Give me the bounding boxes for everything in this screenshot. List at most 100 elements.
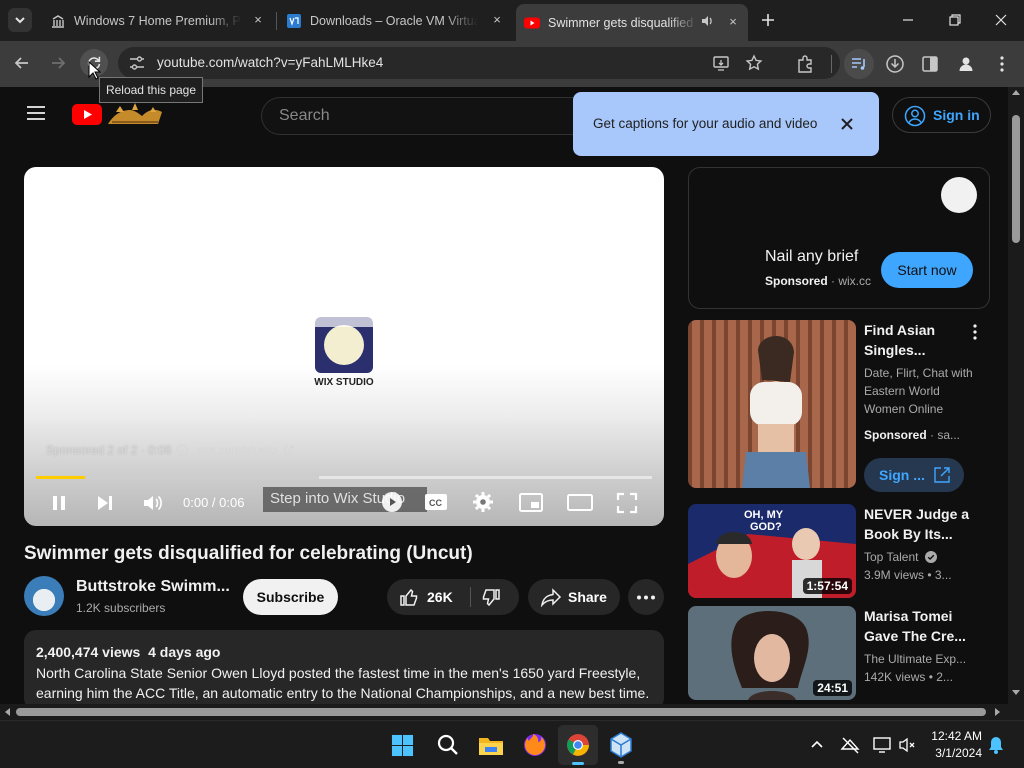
wix-studio-logo-text: WIX STUDIO: [314, 377, 374, 388]
thumbs-up-icon[interactable]: [399, 587, 419, 607]
sign-in-button[interactable]: Sign in: [892, 97, 991, 133]
tab-virtualbox[interactable]: Downloads – Oracle VM VirtualBox ×: [284, 6, 512, 35]
media-controls-button[interactable]: [844, 49, 874, 79]
rec-channel-name[interactable]: The Ultimate Exp...: [864, 652, 966, 666]
scroll-up-arrow-icon[interactable]: [1012, 89, 1020, 95]
rec-title[interactable]: Find Asian Singles...: [864, 320, 968, 360]
download-icon[interactable]: [885, 54, 905, 74]
channel-name[interactable]: Buttstroke Swimm...: [76, 578, 230, 596]
close-tab-icon[interactable]: ×: [251, 13, 265, 27]
theater-mode-icon[interactable]: [567, 493, 593, 512]
info-icon[interactable]: [176, 444, 188, 456]
extensions-puzzle-icon[interactable]: [795, 54, 815, 74]
kebab-menu-icon[interactable]: [992, 54, 1012, 74]
clock-time[interactable]: 12:42 AM: [930, 729, 982, 743]
active-app-indicator: [572, 762, 584, 765]
rec-video-card[interactable]: 24:51 Marisa Tomei Gave The Cre... The U…: [688, 606, 990, 700]
more-horizontal-icon: [637, 595, 655, 600]
vertical-scrollbar[interactable]: [1008, 87, 1024, 704]
video-duration: 24:51: [813, 680, 852, 696]
scroll-left-arrow-icon[interactable]: [4, 708, 10, 716]
forward-arrow-icon[interactable]: [48, 53, 68, 73]
next-icon[interactable]: [96, 494, 114, 512]
fullscreen-icon[interactable]: [616, 492, 638, 514]
closed-captions-icon[interactable]: CC: [424, 492, 448, 512]
video-thumbnail[interactable]: 24:51: [688, 606, 856, 700]
close-tab-icon[interactable]: ×: [490, 13, 504, 27]
volume-icon[interactable]: [142, 493, 164, 513]
windows-start-icon[interactable]: [391, 734, 414, 757]
chevron-down-icon: [15, 17, 25, 24]
address-bar[interactable]: youtube.com/watch?v=yFahLMLHke4: [118, 47, 840, 79]
tab-youtube[interactable]: Swimmer gets disqualified for celebratin…: [516, 4, 748, 41]
captions-promo-tip: Get captions for your audio and video: [573, 92, 879, 156]
youtube-logo[interactable]: [72, 104, 102, 125]
back-arrow-icon[interactable]: [12, 53, 32, 73]
more-actions-button[interactable]: [628, 579, 664, 615]
sponsored-video-card[interactable]: Find Asian Singles... Date, Flirt, Chat …: [688, 320, 990, 492]
like-count[interactable]: 26K: [427, 589, 453, 605]
rec-title[interactable]: NEVER Judge a Book By Its...: [864, 504, 974, 544]
subscribe-button[interactable]: Subscribe: [243, 579, 338, 615]
ad-position-label: Sponsored 2 of 2 · 0:06: [46, 443, 172, 457]
video-player[interactable]: WIX STUDIO Sponsored 2 of 2 · 0:06 wix.c…: [24, 167, 664, 526]
miniplayer-icon[interactable]: [519, 493, 543, 512]
horizontal-scrollbar[interactable]: [0, 704, 1024, 720]
side-panel-icon[interactable]: [920, 54, 940, 74]
site-settings-icon[interactable]: [128, 55, 146, 71]
close-tab-icon[interactable]: ×: [726, 15, 740, 29]
star-icon[interactable]: [745, 54, 763, 72]
video-thumbnail[interactable]: [688, 320, 856, 488]
monitor-icon[interactable]: [873, 736, 891, 754]
close-window-button[interactable]: [991, 10, 1011, 30]
play-circle-icon[interactable]: [381, 491, 403, 513]
clock-date[interactable]: 3/1/2024: [930, 746, 982, 760]
rec-channel[interactable]: Top Talent: [864, 550, 937, 564]
close-icon[interactable]: [840, 117, 854, 131]
chrome-icon: [567, 734, 589, 756]
rec-video-card[interactable]: OH, MY GOD? 1:57:54 NEVER Judge a Book B…: [688, 504, 990, 598]
channel-avatar[interactable]: [24, 576, 64, 616]
scroll-down-arrow-icon[interactable]: [1012, 690, 1020, 696]
volume-muted-icon[interactable]: [898, 736, 916, 754]
kebab-menu-icon[interactable]: [972, 324, 978, 340]
chevron-up-icon[interactable]: [810, 739, 824, 749]
ad-domain: wix.cc: [838, 274, 872, 288]
firefox-icon[interactable]: [522, 732, 548, 758]
install-app-icon[interactable]: [712, 54, 730, 72]
file-explorer-icon[interactable]: [478, 733, 504, 757]
tab-search-button[interactable]: [8, 8, 32, 32]
chrome-taskbar-button[interactable]: [558, 725, 598, 765]
scroll-right-arrow-icon[interactable]: [995, 708, 1001, 716]
network-off-icon[interactable]: [840, 736, 860, 754]
share-button[interactable]: Share: [528, 579, 620, 615]
rec-sign-up-button[interactable]: Sign ...: [864, 458, 964, 492]
search-icon[interactable]: [436, 733, 460, 757]
restore-button[interactable]: [945, 10, 965, 30]
settings-gear-icon[interactable]: [472, 491, 494, 513]
tab-windows7[interactable]: Windows 7 Home Premium, Pro ×: [48, 6, 273, 35]
description-box[interactable]: 2,400,474 views 4 days ago North Carolin…: [24, 630, 664, 704]
video-thumbnail[interactable]: OH, MY GOD? 1:57:54: [688, 504, 856, 598]
virtualbox-icon[interactable]: [609, 732, 633, 758]
doodle-logo[interactable]: [106, 100, 166, 128]
vertical-scroll-thumb[interactable]: [1012, 115, 1020, 243]
notification-bell-icon[interactable]: [988, 736, 1004, 754]
pause-icon[interactable]: [50, 494, 68, 512]
minimize-icon: [903, 19, 913, 21]
hamburger-menu-icon[interactable]: [26, 105, 46, 121]
progress-bar[interactable]: [36, 476, 652, 479]
thumbs-down-icon[interactable]: [481, 588, 501, 608]
speaker-icon[interactable]: [700, 14, 714, 28]
new-tab-button[interactable]: [758, 10, 778, 30]
profile-icon[interactable]: [956, 54, 976, 74]
minimize-button[interactable]: [898, 10, 918, 30]
ad-url-link[interactable]: wix.com/studio: [198, 443, 277, 457]
search-box[interactable]: Search: [261, 97, 621, 135]
horizontal-scroll-thumb[interactable]: [16, 708, 986, 716]
video-duration: 1:57:54: [802, 578, 852, 594]
start-now-button[interactable]: Start now: [881, 252, 973, 288]
sidebar-ad-card[interactable]: Nail any brief Sponsored · wix.cc Start …: [688, 167, 990, 309]
view-stats: 2,400,474 views 4 days ago: [36, 644, 221, 660]
rec-title[interactable]: Marisa Tomei Gave The Cre...: [864, 606, 974, 646]
